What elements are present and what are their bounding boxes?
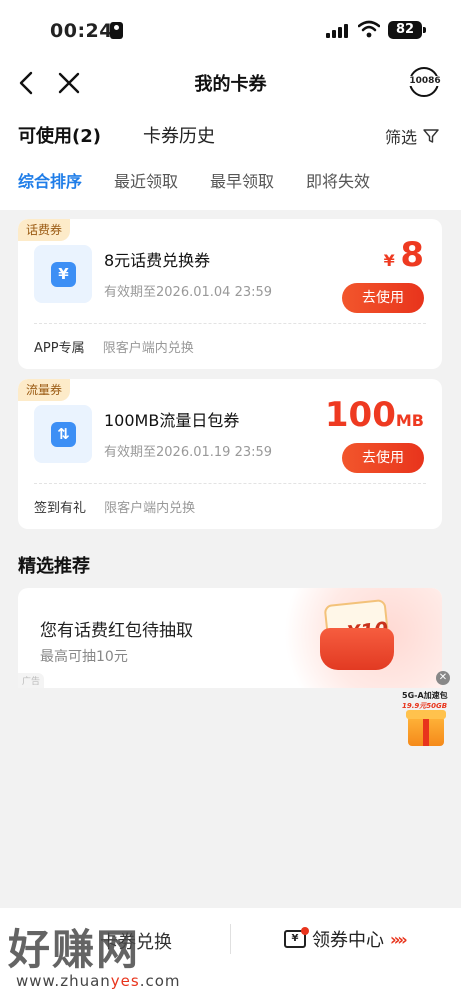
page-title: 我的卡券 [194, 74, 267, 95]
use-button[interactable]: 去使用 [342, 443, 424, 473]
divider [230, 924, 231, 954]
coupon-note: 限客户端内兑换 [104, 501, 196, 516]
cellular-signal-icon [326, 22, 350, 38]
coupon-scope: APP专属 [34, 341, 85, 356]
coupon-icon-box: ⇅ [34, 405, 92, 463]
use-button[interactable]: 去使用 [342, 283, 424, 313]
bottom-bar: 卡券兑换 ¥ 领券中心 »» [0, 908, 461, 1000]
tab-bar: 可使用(2) 卡券历史 筛选 综合排序 最近领取 最早领取 即将失效 [0, 106, 461, 210]
floating-gift-ad[interactable]: 5G-A加速包 19.9元50GB [402, 690, 450, 752]
coupon-name: 8元话费兑换券 [104, 251, 211, 270]
tab-available[interactable]: 可使用(2) [18, 122, 101, 148]
coupon-currency: ¥ [383, 251, 395, 270]
coupon-scope: 签到有礼 [34, 501, 87, 516]
gift-box-icon [406, 710, 446, 746]
service-label: 10086 [407, 76, 443, 86]
coupon-expiry: 有效期至2026.01.04 23:59 [104, 285, 273, 300]
coupon-footer: APP专属 限客户端内兑换 [34, 337, 194, 356]
coupon-exchange-button[interactable]: 卡券兑换 [100, 928, 172, 954]
coupon-icon-box: ¥ [34, 245, 92, 303]
coupon-note: 限客户端内兑换 [102, 341, 194, 356]
yuan-icon: ¥ [51, 262, 76, 287]
sort-options: 综合排序 最近领取 最早领取 即将失效 [18, 168, 402, 192]
status-bar: 00:24 82 [0, 0, 461, 60]
coupon-value: 100MB [325, 395, 424, 435]
coupon-value: ¥ 8 [384, 235, 424, 275]
ad-label: 广告 [18, 673, 45, 688]
status-time: 00:24 [50, 20, 113, 42]
coupon-unit: MB [395, 411, 424, 430]
divider [34, 323, 426, 324]
promo-subtitle: 最高可抽10元 [40, 649, 128, 665]
filter-label: 筛选 [384, 128, 417, 147]
coupon-tag: 话费券 [18, 219, 71, 241]
sort-earliest[interactable]: 最早领取 [210, 168, 274, 192]
promo-title: 您有话费红包待抽取 [40, 621, 193, 641]
tab-history[interactable]: 卡券历史 [143, 122, 215, 148]
filter-icon [423, 129, 439, 143]
customer-service-button[interactable]: 10086 [407, 64, 443, 100]
coupon-card: 流量券 ⇅ 100MB流量日包券 有效期至2026.01.19 23:59 10… [18, 379, 442, 529]
close-ad-icon[interactable]: ✕ [436, 671, 450, 685]
coupon-center-button[interactable]: ¥ 领券中心 »» [284, 926, 408, 952]
chevrons-right-icon: »» [390, 929, 408, 949]
coupon-expiry: 有效期至2026.01.19 23:59 [104, 445, 273, 460]
ticket-icon: ¥ [284, 927, 309, 948]
filter-button[interactable]: 筛选 [385, 124, 439, 148]
battery-icon: 82 [388, 21, 426, 39]
coupon-tag: 流量券 [18, 379, 71, 401]
person-icon [110, 22, 123, 39]
sort-expiring[interactable]: 即将失效 [306, 168, 370, 192]
data-transfer-icon: ⇅ [51, 422, 76, 447]
sort-recent[interactable]: 最近领取 [114, 168, 178, 192]
divider [34, 483, 426, 484]
coupon-footer: 签到有礼 限客户端内兑换 [34, 497, 195, 516]
nav-bar: 我的卡券 10086 [0, 60, 461, 106]
coupon-card: 话费券 ¥ 8元话费兑换券 有效期至2026.01.04 23:59 ¥ 8 去… [18, 219, 442, 369]
red-envelope-icon: ¥10 [320, 598, 400, 674]
wifi-icon [358, 20, 380, 38]
coupon-amount: 8 [400, 235, 424, 275]
coupon-name: 100MB流量日包券 [104, 411, 240, 430]
coupon-amount: 100 [324, 395, 396, 435]
promo-banner[interactable]: 您有话费红包待抽取 最高可抽10元 ¥10 广告 [18, 588, 442, 688]
coupon-center-label: 领券中心 [312, 930, 384, 951]
section-title: 精选推荐 [18, 556, 90, 577]
sort-comprehensive[interactable]: 综合排序 [18, 168, 82, 192]
float-ad-line1: 5G-A加速包 [402, 691, 448, 700]
